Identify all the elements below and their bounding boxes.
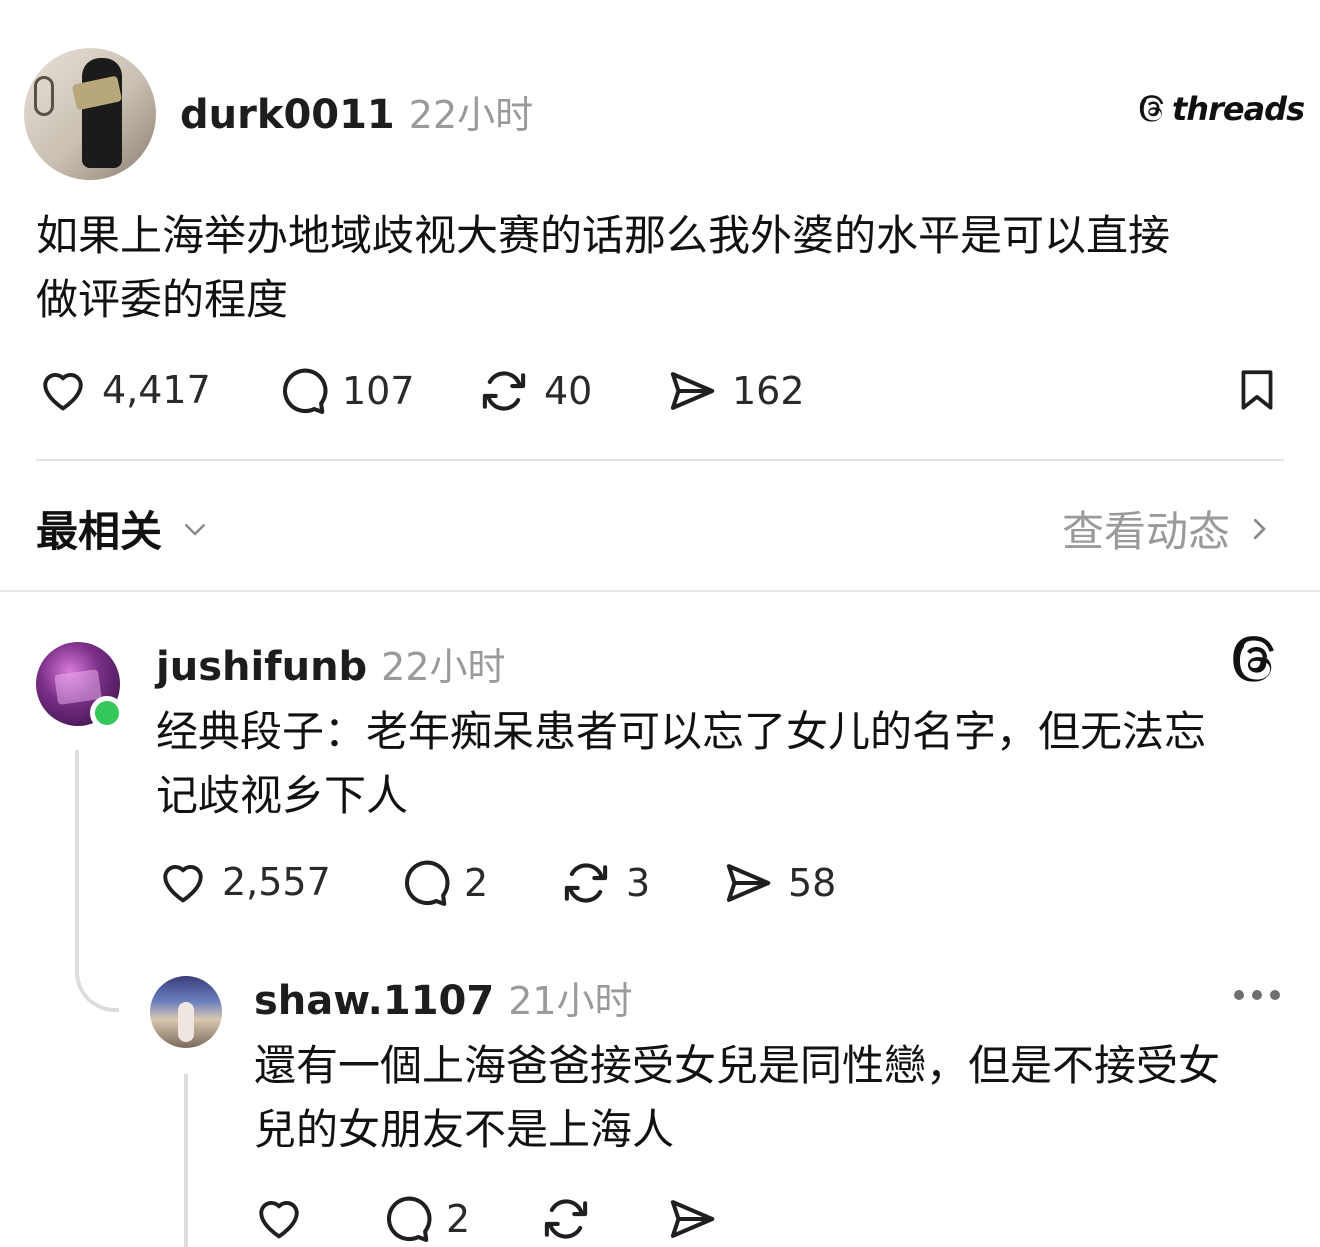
share-icon <box>726 864 771 902</box>
thread-connector <box>75 950 119 1012</box>
thread-line <box>75 750 79 960</box>
threads-brand-text: threads <box>1172 90 1305 128</box>
comment-icon <box>282 368 328 414</box>
reply1-body: 经典段子：老年痴呆患者可以忘了女儿的名字，但无法忘 记歧视乡下人 <box>156 700 1296 828</box>
chevron-right-icon <box>1253 518 1266 539</box>
post-comment-button[interactable]: 107 <box>274 364 415 418</box>
post-share-count: 162 <box>732 369 805 413</box>
view-activity-link[interactable]: 查看动态 <box>1062 498 1274 559</box>
post-repost-count: 40 <box>544 369 593 413</box>
post-text-line: 做评委的程度 <box>36 275 289 324</box>
post-comment-count: 107 <box>342 369 415 413</box>
heart-icon <box>163 865 203 903</box>
comment-icon <box>386 1196 432 1242</box>
heart-icon <box>43 373 83 411</box>
reply1-text-line: 记歧视乡下人 <box>156 771 409 820</box>
comment-icon <box>404 860 450 906</box>
threads-logo-icon <box>1233 636 1274 682</box>
reply1-like-button[interactable]: 2,557 <box>156 856 331 908</box>
online-status-dot <box>90 696 124 730</box>
reply1-share-count: 58 <box>788 861 837 905</box>
reply1-timestamp: 22小时 <box>381 645 506 689</box>
avatar-figure <box>178 1002 194 1042</box>
threads-brand: threads <box>1138 90 1305 128</box>
post-username[interactable]: durk0011 <box>180 92 395 138</box>
post-header: durk0011 22小时 <box>180 84 533 139</box>
share-icon <box>670 1200 715 1238</box>
reply1-like-count: 2,557 <box>222 860 331 904</box>
avatar-figure <box>82 58 122 168</box>
share-icon <box>670 372 715 410</box>
mirror-ring <box>34 76 54 116</box>
chevron-down-icon <box>185 523 206 535</box>
sort-dropdown[interactable]: 最相关 <box>36 498 212 559</box>
post-timestamp: 22小时 <box>408 93 534 137</box>
reply2-comment-button[interactable]: 2 <box>378 1192 470 1246</box>
heart-icon <box>259 1201 299 1239</box>
repost-icon <box>482 371 526 411</box>
sort-label: 最相关 <box>36 507 163 556</box>
reply1-share-button[interactable]: 58 <box>720 856 836 910</box>
reply2-header: shaw.1107 21小时 <box>254 970 633 1025</box>
reply1-repost-count: 3 <box>626 861 651 905</box>
reply1-comment-button[interactable]: 2 <box>396 856 488 910</box>
reply1-header: jushifunb 22小时 <box>156 636 506 691</box>
reply1-text-line: 经典段子：老年痴呆患者可以忘了女儿的名字，但无法忘 <box>156 707 1207 756</box>
post-share-button[interactable]: 162 <box>664 364 805 418</box>
thread-line <box>184 1074 188 1247</box>
reply1-repost-button[interactable]: 3 <box>558 856 650 910</box>
post-author-avatar[interactable] <box>24 48 156 180</box>
more-icon[interactable] <box>1234 990 1280 1000</box>
reply2-timestamp: 21小时 <box>508 979 633 1023</box>
post-repost-button[interactable]: 40 <box>476 364 592 418</box>
threads-logo-icon <box>1139 95 1164 122</box>
view-activity-label: 查看动态 <box>1062 507 1231 556</box>
reply2-username[interactable]: shaw.1107 <box>254 978 494 1024</box>
post-like-button[interactable]: 4,417 <box>36 364 211 416</box>
post-bookmark-button[interactable] <box>1232 362 1282 422</box>
post-text-line: 如果上海举办地域歧视大赛的话那么我外婆的水平是可以直接 <box>36 211 1171 260</box>
reply2-avatar[interactable] <box>150 976 222 1048</box>
section-divider <box>0 590 1320 592</box>
reply2-repost-button[interactable] <box>538 1192 594 1246</box>
reply1-threads-badge[interactable] <box>1230 632 1282 692</box>
reply2-text-line: 兒的女朋友不是上海人 <box>254 1105 675 1154</box>
reply2-like-button[interactable] <box>252 1192 306 1244</box>
post-body: 如果上海举办地域歧视大赛的话那么我外婆的水平是可以直接 做评委的程度 <box>36 204 1296 332</box>
post-divider <box>36 459 1284 461</box>
repost-icon <box>544 1199 588 1239</box>
reply2-body: 還有一個上海爸爸接受女兒是同性戀，但是不接受女 兒的女朋友不是上海人 <box>254 1034 1304 1162</box>
reply2-text-line: 還有一個上海爸爸接受女兒是同性戀，但是不接受女 <box>254 1041 1221 1090</box>
reply1-comment-count: 2 <box>464 861 489 905</box>
post-like-count: 4,417 <box>102 368 211 412</box>
repost-icon <box>564 863 608 903</box>
reply1-username[interactable]: jushifunb <box>156 644 367 690</box>
reply2-share-button[interactable] <box>664 1192 720 1246</box>
bookmark-icon <box>1241 370 1273 410</box>
reply2-comment-count: 2 <box>446 1197 471 1241</box>
